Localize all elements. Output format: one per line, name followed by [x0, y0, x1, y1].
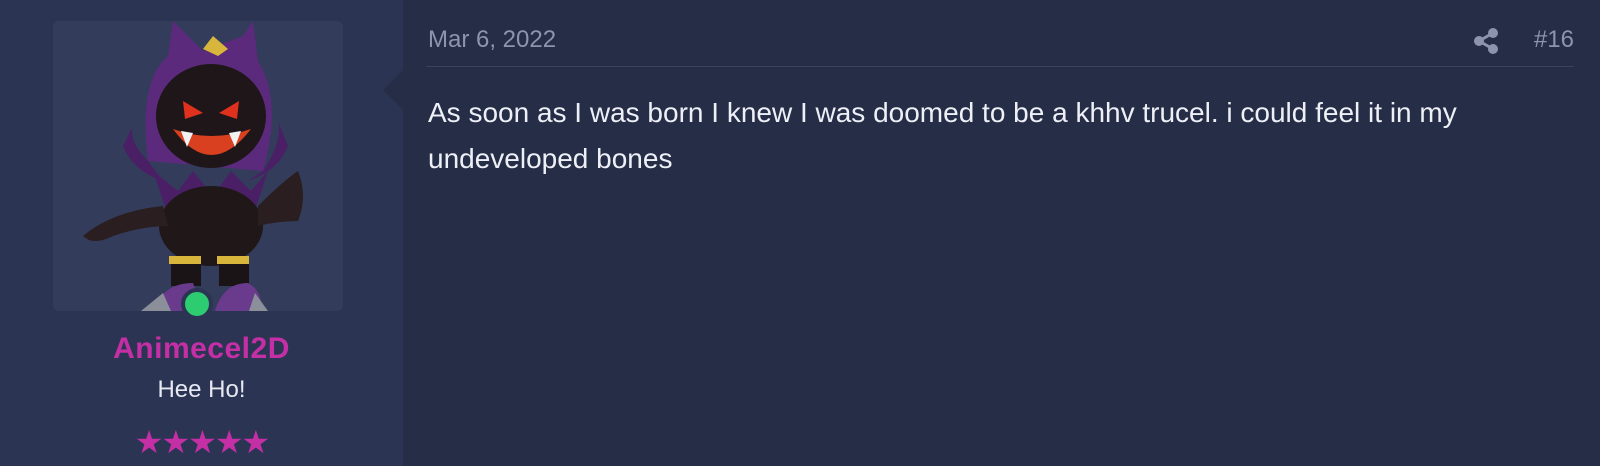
post-date[interactable]: Mar 6, 2022	[428, 26, 556, 54]
online-status-indicator	[181, 288, 213, 320]
post-main: Mar 6, 2022 #16 As soon as I was born I …	[403, 0, 1600, 466]
post-message-body: As soon as I was born I knew I was doome…	[428, 97, 1457, 174]
user-avatar[interactable]	[53, 21, 343, 311]
jack-frost-avatar-image	[53, 21, 343, 311]
user-rating-stars: ★★★★★	[134, 424, 270, 460]
share-icon[interactable]	[1470, 25, 1502, 57]
forum-post: Animecel2D Hee Ho! ★★★★★ Mar 6, 2022 #16…	[0, 0, 1600, 466]
user-title: Hee Ho!	[157, 376, 246, 403]
post-number-link[interactable]: #16	[1534, 26, 1574, 54]
username-link[interactable]: Animecel2D	[0, 332, 403, 366]
post-user-panel: Animecel2D Hee Ho! ★★★★★	[0, 0, 403, 466]
post-header: Mar 6, 2022 #16	[426, 22, 1574, 67]
post-pointer-arrow	[383, 70, 403, 110]
